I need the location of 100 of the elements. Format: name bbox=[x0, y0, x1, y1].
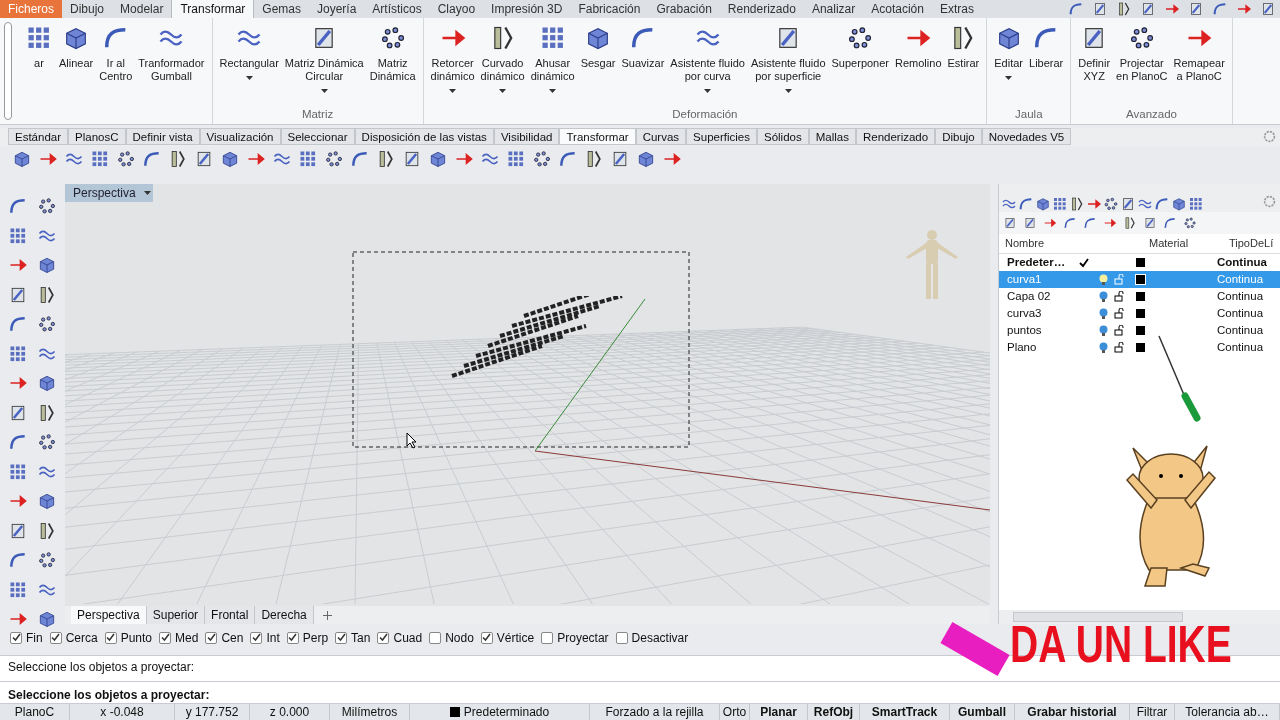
ribbon-button[interactable]: Ir al Centro bbox=[96, 18, 136, 106]
menu-tab[interactable]: Artísticos bbox=[364, 0, 430, 18]
box-icon[interactable] bbox=[1188, 1, 1204, 17]
curve-icon[interactable] bbox=[1163, 216, 1177, 230]
toolbar-tab[interactable]: Transformar bbox=[559, 128, 636, 146]
status-toggle[interactable]: Gumball bbox=[950, 704, 1015, 720]
toolbar-tab[interactable]: Dibujo bbox=[935, 128, 982, 146]
padlock-icon[interactable] bbox=[1114, 308, 1124, 319]
ribbon-button[interactable]: Matriz Dinámica bbox=[366, 18, 419, 106]
toolbar-tab[interactable]: Curvas bbox=[635, 128, 687, 146]
ribbon-button[interactable]: Remapear a PlanoC bbox=[1170, 18, 1228, 106]
box-icon[interactable] bbox=[1003, 216, 1017, 230]
checkbox[interactable] bbox=[615, 631, 628, 644]
cube-icon[interactable] bbox=[220, 149, 240, 170]
ribbon-button[interactable]: Tranformador Gumball bbox=[135, 18, 208, 106]
checkbox[interactable] bbox=[10, 631, 22, 644]
checkbox[interactable] bbox=[541, 631, 554, 644]
cube-icon[interactable] bbox=[636, 149, 656, 170]
menu-tab[interactable]: Transformar bbox=[171, 0, 255, 18]
menu-tab[interactable]: Gemas bbox=[254, 0, 309, 18]
menu-tab[interactable]: Clayoo bbox=[429, 0, 484, 18]
toolbar-tab[interactable]: Renderizado bbox=[855, 128, 936, 146]
toolbar-tab[interactable]: Disposición de las vistas bbox=[354, 128, 494, 146]
status-toggle[interactable]: Grabar historial bbox=[1015, 704, 1130, 720]
toolbar-tab[interactable]: Seleccionar bbox=[280, 128, 355, 146]
checkbox[interactable] bbox=[250, 631, 263, 644]
scrollbar-thumb[interactable] bbox=[1013, 612, 1183, 622]
column-header[interactable]: Material bbox=[1149, 235, 1229, 252]
box-icon[interactable] bbox=[1140, 1, 1156, 17]
bars-icon[interactable] bbox=[1069, 196, 1085, 212]
menu-tab[interactable]: Modelar bbox=[112, 0, 172, 18]
lightbulb-icon[interactable] bbox=[1099, 324, 1108, 337]
menu-tab[interactable]: Dibujo bbox=[62, 0, 113, 18]
toolbar-tab[interactable]: Superficies bbox=[686, 128, 757, 146]
status-cell[interactable]: Predeterminado bbox=[410, 704, 590, 720]
layer-row[interactable]: Plano Continua bbox=[999, 339, 1280, 356]
toolbar-tab[interactable]: Definir vista bbox=[125, 128, 200, 146]
color-swatch[interactable] bbox=[1135, 342, 1146, 353]
arrow-icon[interactable] bbox=[1236, 1, 1252, 17]
dots-icon[interactable] bbox=[1183, 216, 1197, 230]
curve-icon[interactable] bbox=[1063, 216, 1077, 230]
ribbon-button[interactable]: ar bbox=[22, 18, 56, 106]
layer-row[interactable]: curva3 Continua bbox=[999, 305, 1280, 322]
viewport-tab[interactable]: Frontal bbox=[205, 606, 256, 624]
status-toggle[interactable]: Forzado a la rejilla bbox=[590, 704, 720, 720]
cube-icon[interactable] bbox=[1035, 196, 1051, 212]
ribbon-button[interactable]: Curvado dinámico bbox=[477, 18, 528, 106]
toolbar-tab[interactable]: Visualización bbox=[199, 128, 281, 146]
arrow-icon[interactable] bbox=[1043, 216, 1057, 230]
cube-icon[interactable] bbox=[12, 149, 32, 170]
add-icon[interactable] bbox=[321, 609, 333, 621]
column-header[interactable]: Nombre bbox=[999, 235, 1149, 252]
viewport-tab[interactable]: Superior bbox=[146, 606, 206, 624]
lightbulb-icon[interactable] bbox=[1099, 341, 1108, 354]
column-header[interactable]: TipoDeLí bbox=[1229, 235, 1274, 252]
ribbon-button[interactable]: Asistente fluido por superficie bbox=[747, 18, 829, 106]
curve-icon[interactable] bbox=[1154, 196, 1170, 212]
checkbox[interactable] bbox=[480, 631, 493, 644]
dots-icon[interactable] bbox=[36, 432, 57, 452]
menu-tab[interactable]: Fabricación bbox=[570, 0, 649, 18]
ribbon-button[interactable]: Sesgar bbox=[577, 18, 619, 106]
grid-icon[interactable] bbox=[1188, 196, 1204, 212]
menu-tab[interactable]: Analizar bbox=[803, 0, 864, 18]
color-swatch[interactable] bbox=[1135, 257, 1146, 268]
dots-icon[interactable] bbox=[532, 149, 552, 170]
arrow-icon[interactable] bbox=[1164, 1, 1180, 17]
dots-icon[interactable] bbox=[324, 149, 344, 170]
dots-icon[interactable] bbox=[36, 196, 57, 216]
ribbon-button[interactable]: Liberar bbox=[1026, 18, 1067, 106]
menu-tab[interactable]: Renderizado bbox=[719, 0, 804, 18]
padlock-icon[interactable] bbox=[1114, 291, 1124, 302]
checkbox[interactable] bbox=[205, 631, 218, 644]
dots-icon[interactable] bbox=[36, 550, 57, 570]
layer-row[interactable]: puntos Continua bbox=[999, 322, 1280, 339]
arrow-icon[interactable] bbox=[1086, 196, 1102, 212]
lightbulb-icon[interactable] bbox=[1099, 290, 1108, 303]
lightbulb-icon[interactable] bbox=[1099, 273, 1108, 286]
menu-tab[interactable]: Joyería bbox=[309, 0, 365, 18]
toolbar-tab[interactable]: PlanosC bbox=[68, 128, 126, 146]
scroll-left-button[interactable] bbox=[4, 22, 12, 120]
ribbon-button[interactable]: Suavizar bbox=[618, 18, 668, 106]
dots-icon[interactable] bbox=[36, 314, 57, 334]
checkbox[interactable] bbox=[335, 631, 348, 644]
ribbon-button[interactable]: Ahusar dinámico bbox=[527, 18, 578, 106]
box-icon[interactable] bbox=[1260, 1, 1276, 17]
dots-icon[interactable] bbox=[1103, 196, 1119, 212]
toolbar-tab[interactable]: Mallas bbox=[808, 128, 856, 146]
lightbulb-icon[interactable] bbox=[1099, 307, 1108, 320]
ribbon-button[interactable]: Rectangular bbox=[216, 18, 282, 106]
ribbon-button[interactable]: Alinear bbox=[56, 18, 97, 106]
status-toggle[interactable]: SmartTrack bbox=[860, 704, 950, 720]
cube-icon[interactable] bbox=[1171, 196, 1187, 212]
color-swatch[interactable] bbox=[1135, 308, 1146, 319]
toolbar-tab[interactable]: Visibilidad bbox=[493, 128, 560, 146]
layer-row[interactable]: Predeter… Continua bbox=[999, 254, 1280, 271]
ribbon-button[interactable]: Projectar en PlanoC bbox=[1113, 18, 1171, 106]
curve-icon[interactable] bbox=[1018, 196, 1034, 212]
toolbar-tab[interactable]: Sólidos bbox=[757, 128, 809, 146]
box-icon[interactable] bbox=[1023, 216, 1037, 230]
viewport-tab[interactable]: Perspectiva bbox=[71, 606, 147, 624]
